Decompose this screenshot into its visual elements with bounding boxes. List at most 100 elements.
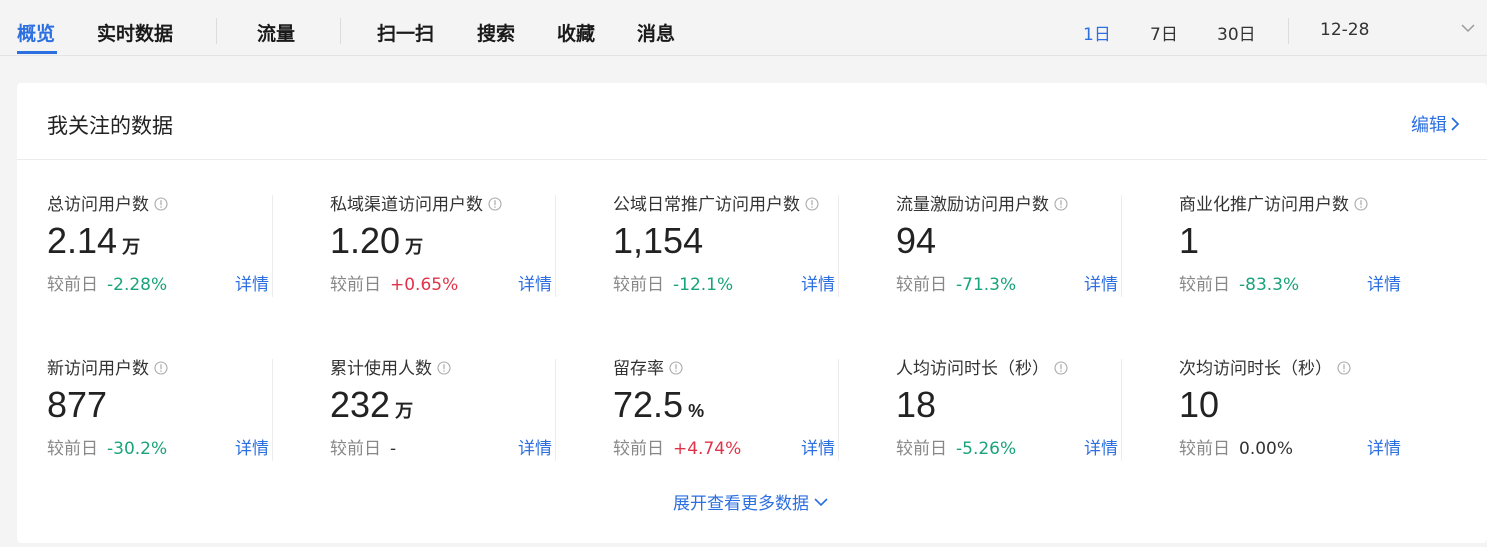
metric-divider (1121, 359, 1122, 461)
metric-label: 公域日常推广访问用户数 (613, 190, 819, 215)
range-7-days[interactable]: 7日 (1150, 20, 1178, 45)
info-icon[interactable] (669, 360, 683, 375)
tab-traffic[interactable]: 流量 (257, 19, 295, 46)
range-1-day[interactable]: 1日 (1083, 20, 1111, 45)
info-icon[interactable] (1337, 360, 1351, 375)
metric-comparison: 较前日 0.00% (1179, 434, 1293, 459)
detail-link[interactable]: 详情 (1367, 270, 1401, 295)
metric-label: 流量激励访问用户数 (896, 190, 1068, 215)
metric-value: 1.20 万 (330, 220, 423, 262)
expand-label: 展开查看更多数据 (673, 494, 809, 514)
chevron-down-icon[interactable] (1459, 20, 1477, 36)
metric-card: 人均访问时长（秒） 18 较前日 -5.26% 详情 (896, 354, 1136, 464)
chevron-down-icon (814, 497, 828, 506)
metric-value-number: 1,154 (613, 220, 704, 261)
metric-value-number: 94 (896, 220, 937, 261)
metric-change: -83.3% (1239, 275, 1300, 295)
expand-more-button[interactable]: 展开查看更多数据 (673, 489, 828, 514)
active-tab-indicator (17, 51, 57, 54)
tab-messages[interactable]: 消息 (637, 19, 675, 46)
info-icon[interactable] (154, 360, 168, 375)
chevron-right-icon (1451, 117, 1460, 131)
nav-divider (340, 18, 341, 44)
metric-label: 新访问用户数 (47, 354, 168, 379)
metric-comparison: 较前日 -12.1% (613, 270, 733, 295)
detail-link[interactable]: 详情 (235, 270, 269, 295)
metric-label-text: 次均访问时长（秒） (1179, 359, 1332, 379)
detail-link[interactable]: 详情 (1367, 434, 1401, 459)
info-icon[interactable] (154, 196, 168, 211)
metric-change: -2.28% (107, 275, 168, 295)
detail-link[interactable]: 详情 (1084, 270, 1118, 295)
edit-button[interactable]: 编辑 (1411, 111, 1460, 137)
detail-link[interactable]: 详情 (801, 270, 835, 295)
metric-label-text: 累计使用人数 (330, 359, 432, 379)
metric-label-text: 私域渠道访问用户数 (330, 195, 483, 215)
metric-label-text: 新访问用户数 (47, 359, 149, 379)
info-icon[interactable] (805, 196, 819, 211)
info-icon[interactable] (1054, 196, 1068, 211)
metric-comparison: 较前日 -71.3% (896, 270, 1016, 295)
metric-label-text: 人均访问时长（秒） (896, 359, 1049, 379)
metric-change: +4.74% (673, 439, 742, 459)
compare-label: 较前日 (47, 439, 98, 459)
metric-card: 私域渠道访问用户数 1.20 万较前日 +0.65% 详情 (330, 190, 570, 300)
metric-value: 10 (1179, 384, 1224, 426)
nav-divider (216, 18, 217, 44)
metric-label-text: 流量激励访问用户数 (896, 195, 1049, 215)
metric-value-number: 877 (47, 384, 108, 425)
detail-link[interactable]: 详情 (518, 270, 552, 295)
detail-link[interactable]: 详情 (518, 434, 552, 459)
metric-value: 94 (896, 220, 941, 262)
date-picker-value[interactable]: 12-28 (1320, 20, 1369, 40)
metric-value: 2.14 万 (47, 220, 140, 262)
metric-label-text: 商业化推广访问用户数 (1179, 195, 1349, 215)
tab-favorites[interactable]: 收藏 (557, 19, 595, 46)
metric-value-number: 72.5 (613, 384, 684, 425)
metric-value-number: 1 (1179, 220, 1200, 261)
metric-card: 商业化推广访问用户数 1 较前日 -83.3% 详情 (1179, 190, 1419, 300)
tab-search[interactable]: 搜索 (477, 19, 515, 46)
metric-change: - (390, 439, 397, 459)
card-title: 我关注的数据 (47, 114, 173, 138)
metric-value-number: 10 (1179, 384, 1220, 425)
metric-value-number: 2.14 (47, 220, 118, 261)
metric-label: 留存率 (613, 354, 683, 379)
metric-unit: 万 (395, 401, 414, 421)
compare-label: 较前日 (896, 439, 947, 459)
metric-unit: 万 (405, 237, 424, 257)
tab-scan[interactable]: 扫一扫 (377, 19, 434, 46)
info-icon[interactable] (437, 360, 451, 375)
metric-divider (272, 359, 273, 461)
metric-card: 公域日常推广访问用户数 1,154 较前日 -12.1% 详情 (613, 190, 853, 300)
metric-label: 商业化推广访问用户数 (1179, 190, 1368, 215)
metric-change: 0.00% (1239, 439, 1294, 459)
metric-unit: 万 (122, 237, 141, 257)
compare-label: 较前日 (896, 275, 947, 295)
metric-card: 次均访问时长（秒） 10 较前日 0.00% 详情 (1179, 354, 1419, 464)
metric-value-number: 232 (330, 384, 391, 425)
metric-label-text: 留存率 (613, 359, 664, 379)
metric-card: 新访问用户数 877 较前日 -30.2% 详情 (47, 354, 287, 464)
detail-link[interactable]: 详情 (235, 434, 269, 459)
metric-comparison: 较前日 +0.65% (330, 270, 458, 295)
metric-card: 留存率 72.5% 较前日 +4.74% 详情 (613, 354, 853, 464)
metric-card: 累计使用人数 232 万较前日 - 详情 (330, 354, 570, 464)
detail-link[interactable]: 详情 (801, 434, 835, 459)
detail-link[interactable]: 详情 (1084, 434, 1118, 459)
tab-overview[interactable]: 概览 (17, 19, 55, 46)
metric-label: 人均访问时长（秒） (896, 354, 1068, 379)
range-30-days[interactable]: 30日 (1217, 20, 1256, 45)
top-nav: 概览 实时数据 流量 扫一扫 搜索 收藏 消息 1日 7日 30日 12-28 (0, 0, 1487, 56)
metric-divider (555, 359, 556, 461)
metric-comparison: 较前日 - (330, 434, 396, 459)
metric-divider (838, 195, 839, 297)
info-icon[interactable] (1354, 196, 1368, 211)
compare-label: 较前日 (47, 275, 98, 295)
metric-change: -12.1% (673, 275, 734, 295)
info-icon[interactable] (1054, 360, 1068, 375)
info-icon[interactable] (488, 196, 502, 211)
metric-value: 72.5% (613, 384, 704, 426)
compare-label: 较前日 (613, 275, 664, 295)
tab-realtime-data[interactable]: 实时数据 (97, 19, 173, 46)
